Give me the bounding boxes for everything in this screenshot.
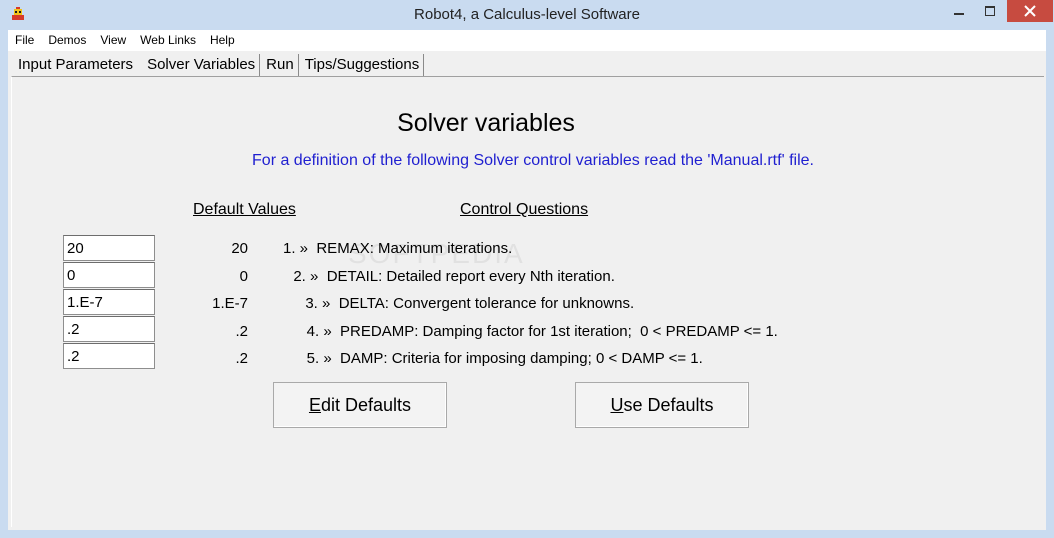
remax-input[interactable] <box>63 235 155 261</box>
maximize-icon <box>985 6 995 16</box>
damp-input[interactable] <box>63 343 155 369</box>
edit-defaults-label: dit Defaults <box>320 394 412 415</box>
app-window: Robot4, a Calculus-level Software File D… <box>0 0 1054 538</box>
edit-defaults-button[interactable]: Edit Defaults <box>273 382 447 428</box>
damp-question: 5. » DAMP: Criteria for imposing damping… <box>290 350 703 367</box>
use-defaults-button[interactable]: Use Defaults <box>575 382 749 428</box>
maximize-button[interactable] <box>976 0 1004 22</box>
delta-input[interactable] <box>63 289 155 315</box>
menu-demos[interactable]: Demos <box>41 30 93 51</box>
edit-defaults-accel: E <box>308 394 321 415</box>
client-area: Input Parameters Solver Variables Run Ti… <box>8 51 1046 530</box>
menu-file[interactable]: File <box>8 30 41 51</box>
use-defaults-accel: U <box>610 394 624 415</box>
window-title: Robot4, a Calculus-level Software <box>414 6 640 23</box>
detail-question: 2. » DETAIL: Detailed report every Nth i… <box>285 267 615 285</box>
damp-default: .2 <box>235 350 248 367</box>
tab-strip: Input Parameters Solver Variables Run Ti… <box>8 54 426 76</box>
tab-tips-suggestions[interactable]: Tips/Suggestions <box>301 54 425 76</box>
predamp-default: .2 <box>235 322 248 340</box>
use-defaults-label: se Defaults <box>623 394 714 415</box>
tab-input-parameters[interactable]: Input Parameters <box>8 54 137 76</box>
close-button[interactable] <box>1007 0 1053 22</box>
page-subtitle: For a definition of the following Solver… <box>252 152 814 169</box>
detail-default: 0 <box>239 267 248 285</box>
default-values-header: Default Values <box>193 201 296 218</box>
page-title: Solver variables <box>397 109 575 137</box>
predamp-input[interactable] <box>63 316 155 342</box>
control-questions-column: 1. » REMAX: Maximum iterations. 2. » DET… <box>248 235 828 373</box>
delta-default: 1.E-7 <box>212 295 248 312</box>
minimize-button[interactable] <box>945 0 973 22</box>
tab-run[interactable]: Run <box>262 54 299 76</box>
remax-question: 1. » REMAX: Maximum iterations. <box>283 240 513 257</box>
menu-help[interactable]: Help <box>203 30 242 51</box>
detail-input[interactable] <box>63 262 155 288</box>
predamp-question: 4. » PREDAMP: Damping factor for 1st ite… <box>290 322 778 340</box>
control-questions-header: Control Questions <box>460 201 589 218</box>
remax-default: 20 <box>231 240 248 257</box>
tab-solver-variables[interactable]: Solver Variables <box>143 54 261 76</box>
default-values-column: 20 0 1.E-7 .2 .2 <box>178 235 248 373</box>
variable-inputs <box>63 235 155 370</box>
menu-bar: File Demos View Web Links Help <box>8 30 1046 51</box>
menu-view[interactable]: View <box>93 30 133 51</box>
title-bar[interactable]: Robot4, a Calculus-level Software <box>0 0 1054 30</box>
menu-web-links[interactable]: Web Links <box>133 30 203 51</box>
close-icon <box>1024 5 1036 17</box>
minimize-icon <box>954 13 964 15</box>
delta-question: 3. » DELTA: Convergent tolerance for unk… <box>297 295 635 312</box>
